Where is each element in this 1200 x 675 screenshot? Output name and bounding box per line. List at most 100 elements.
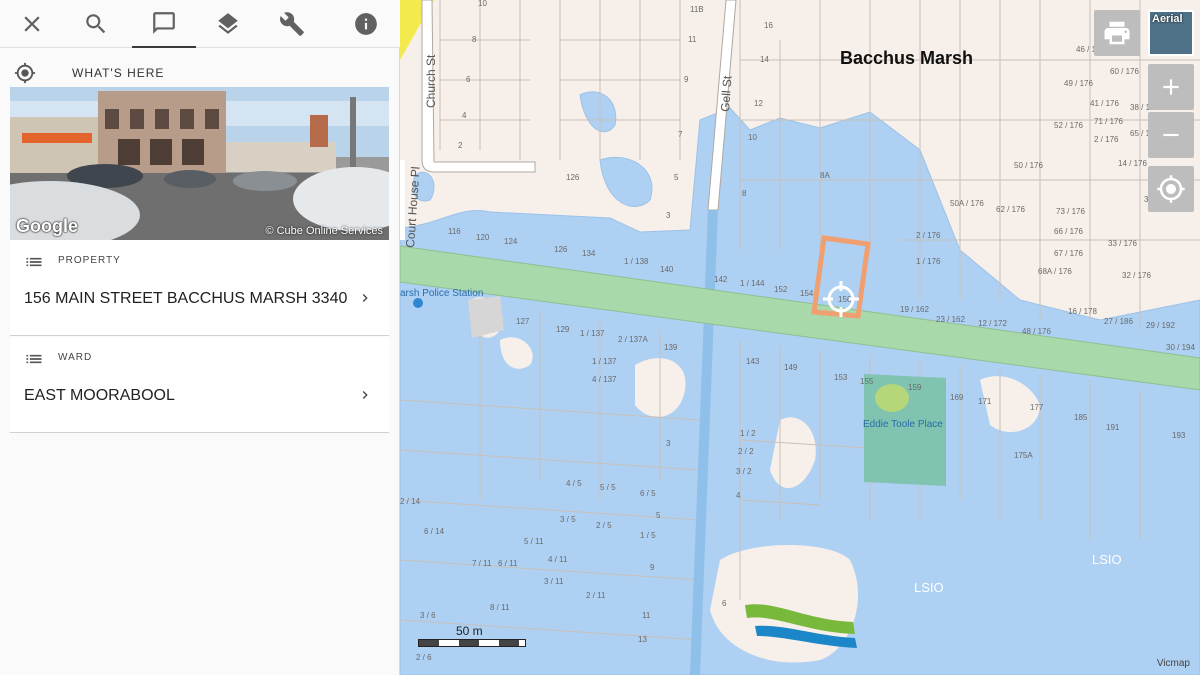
info-icon bbox=[355, 13, 377, 35]
svg-text:48 / 176: 48 / 176 bbox=[1022, 327, 1051, 336]
svg-text:116: 116 bbox=[448, 227, 461, 236]
town-label: Bacchus Marsh bbox=[840, 48, 974, 68]
svg-text:50A / 176: 50A / 176 bbox=[950, 199, 984, 208]
svg-text:1 / 138: 1 / 138 bbox=[624, 257, 649, 266]
wrench-icon bbox=[280, 12, 304, 36]
svg-text:149: 149 bbox=[784, 363, 798, 372]
svg-text:8A: 8A bbox=[820, 171, 830, 180]
svg-text:127: 127 bbox=[516, 317, 530, 326]
svg-text:52 / 176: 52 / 176 bbox=[1054, 121, 1083, 130]
ward-row[interactable]: EAST MOORABOOL bbox=[10, 375, 389, 415]
svg-text:153: 153 bbox=[834, 373, 848, 382]
ward-value: EAST MOORABOOL bbox=[24, 387, 175, 404]
svg-text:2 / 5: 2 / 5 bbox=[596, 521, 612, 530]
svg-text:124: 124 bbox=[504, 237, 518, 246]
svg-text:2 / 176: 2 / 176 bbox=[916, 231, 941, 240]
ward-label: WARD bbox=[58, 352, 93, 363]
svg-text:152: 152 bbox=[774, 285, 788, 294]
ward-card: WARD EAST MOORABOOL bbox=[10, 337, 389, 433]
svg-text:3 / 5: 3 / 5 bbox=[560, 515, 576, 524]
zoom-in-button[interactable] bbox=[1148, 64, 1194, 110]
scale-bar-graphic bbox=[418, 639, 526, 647]
svg-text:29 / 192: 29 / 192 bbox=[1146, 321, 1175, 330]
street-view-image[interactable]: Google © Cube Online Services bbox=[10, 87, 389, 240]
map-base-layer: 108642 11B119753 1614121088A 126116120 12… bbox=[400, 0, 1200, 675]
close-button[interactable] bbox=[0, 0, 64, 48]
svg-text:32 / 176: 32 / 176 bbox=[1122, 271, 1151, 280]
overlay-label: LSIO bbox=[914, 580, 944, 595]
svg-text:50 / 176: 50 / 176 bbox=[1014, 161, 1043, 170]
svg-text:3: 3 bbox=[666, 211, 671, 220]
street-label: Church St bbox=[424, 54, 438, 108]
tools-button[interactable] bbox=[260, 0, 324, 48]
svg-text:12 / 172: 12 / 172 bbox=[978, 319, 1007, 328]
svg-text:9: 9 bbox=[684, 75, 689, 84]
svg-text:12: 12 bbox=[754, 99, 763, 108]
svg-text:68A / 176: 68A / 176 bbox=[1038, 267, 1072, 276]
svg-text:67 / 176: 67 / 176 bbox=[1054, 249, 1083, 258]
svg-text:134: 134 bbox=[582, 249, 596, 258]
svg-text:154: 154 bbox=[800, 289, 814, 298]
svg-text:13: 13 bbox=[638, 635, 647, 644]
svg-text:10: 10 bbox=[478, 0, 487, 8]
print-button[interactable] bbox=[1094, 10, 1140, 56]
svg-text:23 / 162: 23 / 162 bbox=[936, 315, 965, 324]
svg-text:2 / 11: 2 / 11 bbox=[586, 591, 606, 600]
svg-text:1 / 137: 1 / 137 bbox=[580, 329, 605, 338]
svg-text:7 / 11: 7 / 11 bbox=[472, 559, 492, 568]
svg-text:4 / 137: 4 / 137 bbox=[592, 375, 617, 384]
crosshair-icon bbox=[1157, 175, 1185, 203]
plus-icon bbox=[1163, 79, 1179, 95]
feedback-icon bbox=[153, 12, 175, 34]
svg-text:3 / 6: 3 / 6 bbox=[420, 611, 436, 620]
chevron-right-icon bbox=[357, 387, 373, 403]
svg-text:6 / 11: 6 / 11 bbox=[498, 559, 518, 568]
svg-text:143: 143 bbox=[746, 357, 760, 366]
svg-text:4 / 11: 4 / 11 bbox=[548, 555, 568, 564]
side-panel: WHAT'S HERE Google © Cube Online Service… bbox=[0, 0, 400, 675]
svg-text:30 / 194: 30 / 194 bbox=[1166, 343, 1195, 352]
info-button[interactable] bbox=[334, 0, 398, 48]
aerial-label: Aerial bbox=[1152, 13, 1183, 25]
svg-text:185: 185 bbox=[1074, 413, 1088, 422]
toolbar bbox=[0, 0, 400, 48]
svg-text:9: 9 bbox=[650, 563, 655, 572]
svg-text:3 / 11: 3 / 11 bbox=[544, 577, 564, 586]
svg-text:1 / 2: 1 / 2 bbox=[740, 429, 756, 438]
zoom-out-button[interactable] bbox=[1148, 112, 1194, 158]
svg-text:41 / 176: 41 / 176 bbox=[1090, 99, 1119, 108]
park-label: Eddie Toole Place bbox=[863, 419, 943, 430]
layers-button[interactable] bbox=[196, 0, 260, 48]
svg-text:62 / 176: 62 / 176 bbox=[996, 205, 1025, 214]
svg-text:169: 169 bbox=[950, 393, 964, 402]
svg-text:126: 126 bbox=[566, 173, 580, 182]
svg-text:6 / 5: 6 / 5 bbox=[640, 489, 656, 498]
list-icon bbox=[24, 349, 44, 369]
property-address: 156 MAIN STREET BACCHUS MARSH 3340 bbox=[24, 290, 348, 307]
svg-text:66 / 176: 66 / 176 bbox=[1054, 227, 1083, 236]
property-label: PROPERTY bbox=[58, 255, 121, 266]
svg-text:5: 5 bbox=[656, 511, 661, 520]
property-row[interactable]: 156 MAIN STREET BACCHUS MARSH 3340 bbox=[10, 278, 389, 318]
svg-text:171: 171 bbox=[978, 397, 992, 406]
map-canvas[interactable]: 10 8 6 4 2 11B 11 9 7 5 3 16 14 12 10 8 8A 126 116 120 12… bbox=[400, 0, 1200, 675]
svg-text:155: 155 bbox=[860, 377, 874, 386]
svg-text:3: 3 bbox=[666, 439, 671, 448]
svg-text:49 / 176: 49 / 176 bbox=[1064, 79, 1093, 88]
svg-text:159: 159 bbox=[908, 383, 922, 392]
svg-text:1 / 176: 1 / 176 bbox=[916, 257, 941, 266]
svg-text:19 / 162: 19 / 162 bbox=[900, 305, 929, 314]
svg-text:120: 120 bbox=[476, 233, 490, 242]
whats-here-heading: WHAT'S HERE bbox=[10, 60, 390, 86]
svg-text:33 / 176: 33 / 176 bbox=[1108, 239, 1137, 248]
svg-text:140: 140 bbox=[660, 265, 674, 274]
svg-text:7: 7 bbox=[678, 130, 683, 139]
google-logo: Google bbox=[16, 216, 78, 236]
svg-text:14 / 176: 14 / 176 bbox=[1118, 159, 1147, 168]
whats-here-button[interactable] bbox=[132, 0, 196, 48]
svg-text:27 / 186: 27 / 186 bbox=[1104, 317, 1133, 326]
my-location-button[interactable] bbox=[1148, 166, 1194, 212]
svg-text:11B: 11B bbox=[690, 5, 704, 14]
search-button[interactable] bbox=[64, 0, 128, 48]
aerial-basemap-button[interactable]: Aerial bbox=[1148, 10, 1194, 56]
